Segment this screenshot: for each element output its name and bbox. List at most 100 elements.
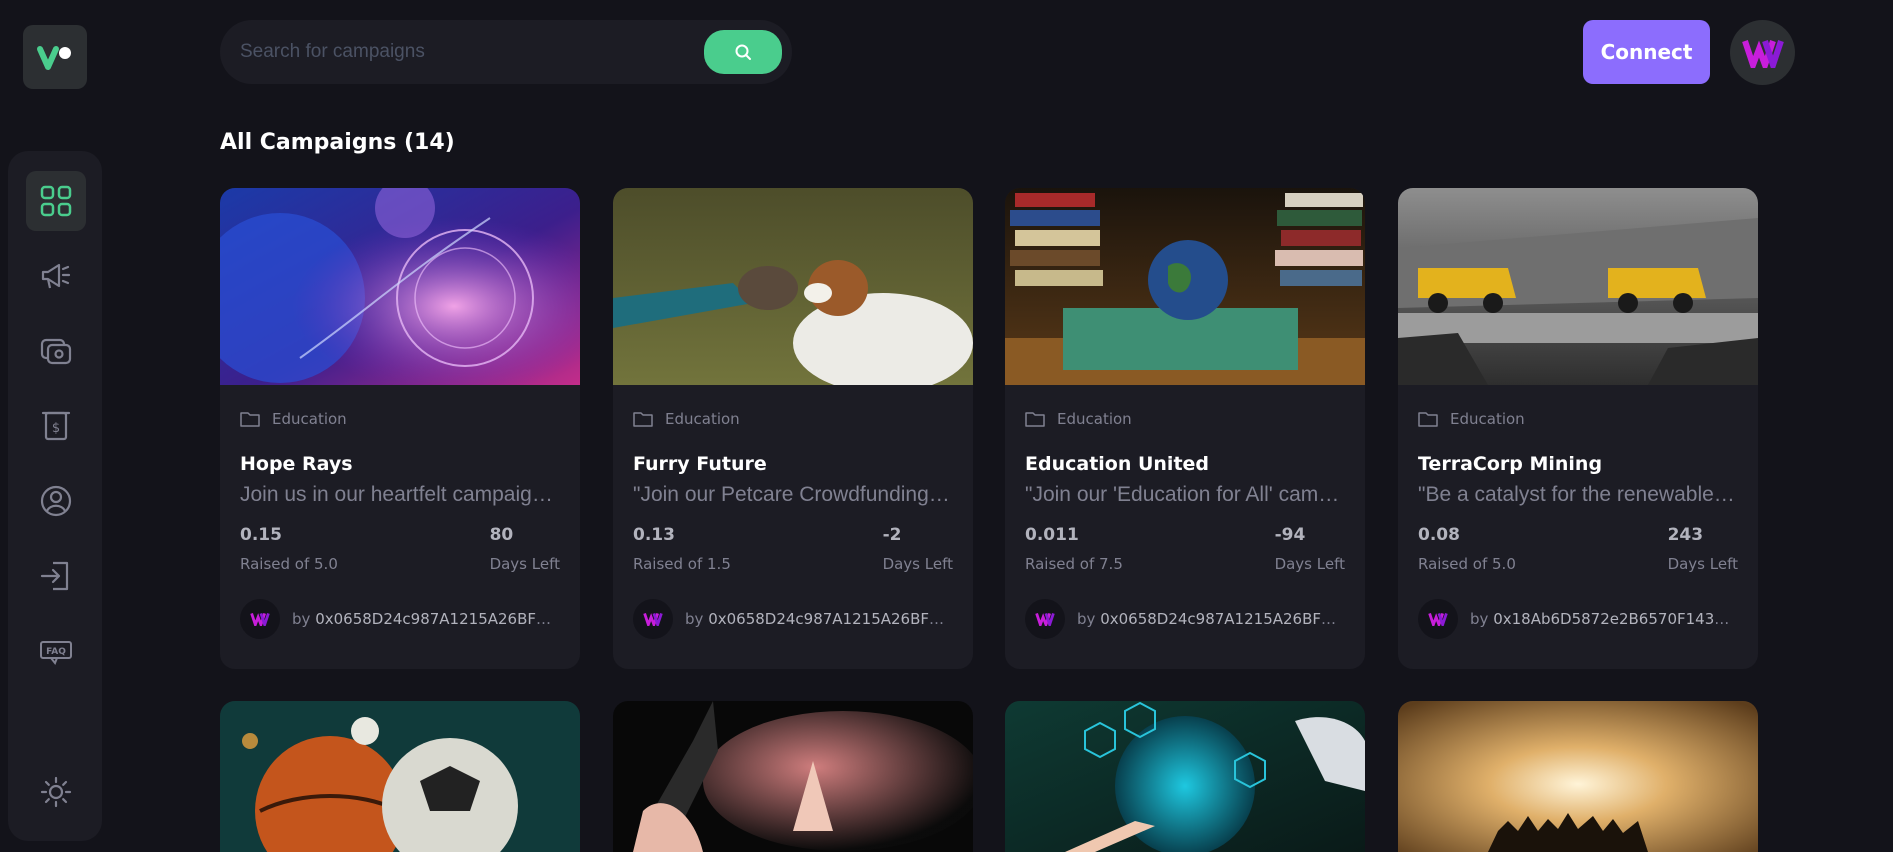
app-logo[interactable] [23, 25, 87, 89]
days-value: -2 [882, 525, 902, 545]
owner-row: by 0x18Ab6D5872e2B6570F143583... [1418, 599, 1738, 639]
campaign-image [613, 701, 973, 852]
category-row: Education [633, 407, 953, 431]
campaign-card[interactable] [220, 701, 580, 852]
days-stat: 243 Days Left [1668, 525, 1738, 573]
wallet-logo-icon [250, 612, 270, 626]
logo-icon [37, 46, 71, 70]
raised-stat: 0.13 Raised of 1.5 [633, 525, 731, 573]
raised-value: 0.011 [1025, 525, 1079, 545]
user-avatar[interactable] [1730, 20, 1795, 85]
owner-address: by 0x0658D24c987A1215A26BF7C7... [685, 610, 953, 628]
wallet-logo-icon [643, 612, 663, 626]
profile-icon [40, 485, 72, 517]
campaign-image [613, 188, 973, 385]
category-row: Education [1025, 407, 1345, 431]
search-bar [220, 20, 792, 84]
days-label: Days Left [1274, 555, 1345, 573]
days-stat: -2 Days Left [883, 525, 953, 573]
campaign-description: "Join our Petcare Crowdfunding campaign [633, 483, 953, 506]
raised-label: Raised of 5.0 [240, 555, 338, 573]
campaign-image [220, 701, 580, 852]
sidebar-item-logout[interactable] [26, 546, 86, 606]
owner-avatar [633, 599, 673, 639]
wallet-logo-icon [1741, 39, 1784, 68]
owner-value: 0x0658D24c987A1215A26BF7C7... [1100, 610, 1345, 628]
withdraw-icon: $ [41, 411, 71, 441]
sidebar-item-faq[interactable]: FAQ [26, 621, 86, 681]
category-label: Education [1057, 410, 1132, 428]
campaign-card[interactable] [1398, 701, 1758, 852]
page-title: All Campaigns (14) [220, 130, 455, 155]
owner-avatar [240, 599, 280, 639]
raised-stat: 0.15 Raised of 5.0 [240, 525, 338, 573]
campaign-image [220, 188, 580, 385]
search-button[interactable] [704, 30, 782, 74]
folder-icon [1025, 412, 1045, 427]
owner-address: by 0x0658D24c987A1215A26BF7C7... [292, 610, 560, 628]
owner-row: by 0x0658D24c987A1215A26BF7C7... [1025, 599, 1345, 639]
connect-button[interactable]: Connect [1583, 20, 1710, 84]
campaign-title: Education United [1025, 453, 1210, 475]
owner-prefix: by [685, 610, 704, 628]
owner-avatar [1418, 599, 1458, 639]
owner-prefix: by [1470, 610, 1489, 628]
campaign-card[interactable] [1005, 701, 1365, 852]
owner-avatar [1025, 599, 1065, 639]
days-stat: -94 Days Left [1275, 525, 1345, 573]
wallet-logo-icon [1035, 612, 1055, 626]
category-label: Education [665, 410, 740, 428]
days-value: 243 [1667, 525, 1704, 545]
days-stat: 80 Days Left [490, 525, 560, 573]
sidebar-item-profile[interactable] [26, 471, 86, 531]
raised-value: 0.08 [1418, 525, 1460, 545]
days-label: Days Left [1667, 555, 1738, 573]
days-label: Days Left [882, 555, 953, 573]
folder-icon [1418, 412, 1438, 427]
svg-text:$: $ [52, 421, 60, 436]
owner-value: 0x0658D24c987A1215A26BF7C7... [708, 610, 953, 628]
campaign-description: "Join our 'Education for All' campaign [1025, 483, 1345, 506]
owner-prefix: by [292, 610, 311, 628]
campaign-icon [41, 263, 71, 289]
theme-toggle[interactable] [26, 762, 86, 822]
days-label: Days Left [489, 555, 560, 573]
days-value: -94 [1274, 525, 1306, 545]
search-icon [735, 44, 751, 60]
raised-value: 0.15 [240, 525, 282, 545]
raised-label: Raised of 1.5 [633, 555, 731, 573]
folder-icon [240, 412, 260, 427]
dashboard-icon [40, 185, 72, 217]
sun-icon [40, 776, 72, 808]
sidebar-item-campaign[interactable] [26, 246, 86, 306]
category-label: Education [1450, 410, 1525, 428]
campaign-description: "Be a catalyst for the renewable energy [1418, 483, 1738, 506]
wallet-logo-icon [1428, 612, 1448, 626]
faq-icon: FAQ [40, 641, 72, 665]
category-row: Education [240, 407, 560, 431]
raised-stat: 0.08 Raised of 5.0 [1418, 525, 1516, 573]
campaign-image [1005, 188, 1365, 385]
svg-text:FAQ: FAQ [46, 647, 66, 657]
owner-row: by 0x0658D24c987A1215A26BF7C7... [633, 599, 953, 639]
category-label: Education [272, 410, 347, 428]
sidebar: $ FAQ [8, 151, 102, 841]
campaign-title: Furry Future [633, 453, 767, 475]
campaign-image [1005, 701, 1365, 852]
logout-icon [40, 561, 69, 591]
campaign-card[interactable]: Education Furry Future "Join our Petcare… [613, 188, 973, 669]
campaign-card[interactable]: Education Education United "Join our 'Ed… [1005, 188, 1365, 669]
sidebar-item-dashboard[interactable] [26, 171, 86, 231]
payment-icon [40, 338, 72, 365]
campaign-title: TerraCorp Mining [1418, 453, 1603, 475]
sidebar-item-payment[interactable] [26, 321, 86, 381]
campaign-card[interactable] [613, 701, 973, 852]
campaign-image [1398, 701, 1758, 852]
campaign-image [1398, 188, 1758, 385]
campaign-card[interactable]: Education Hope Rays Join us in our heart… [220, 188, 580, 669]
sidebar-item-withdraw[interactable]: $ [26, 396, 86, 456]
owner-address: by 0x0658D24c987A1215A26BF7C7... [1077, 610, 1345, 628]
folder-icon [633, 412, 653, 427]
raised-label: Raised of 7.5 [1025, 555, 1123, 573]
campaign-card[interactable]: Education TerraCorp Mining "Be a catalys… [1398, 188, 1758, 669]
